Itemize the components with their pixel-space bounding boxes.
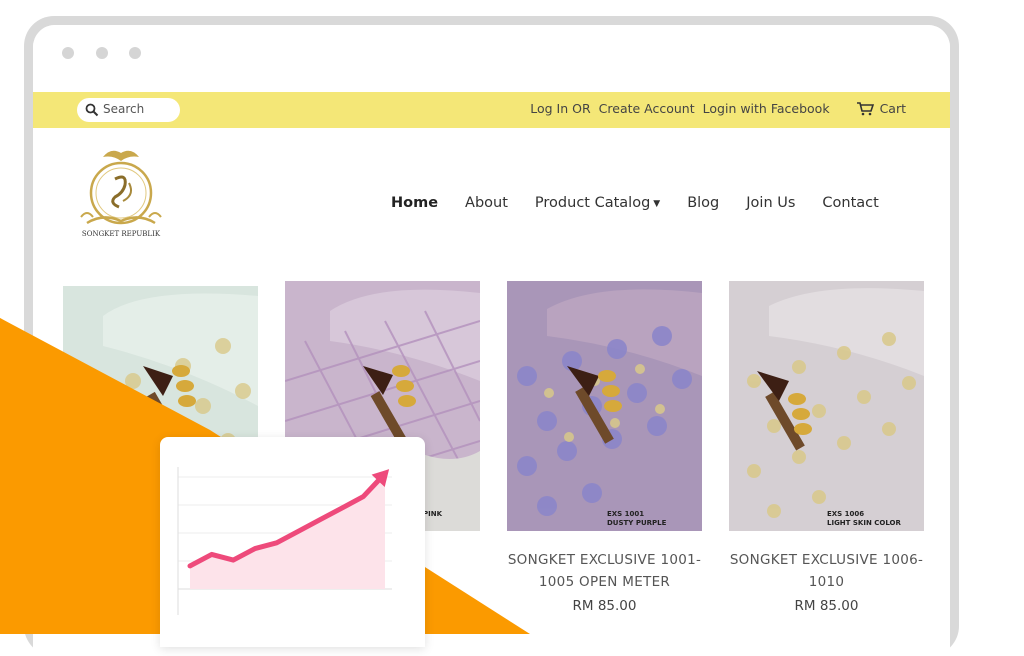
- growth-chart-card: [160, 437, 425, 647]
- chart-area-fill: [190, 473, 385, 589]
- growth-chart: [177, 467, 392, 615]
- orange-foreground-shape: [0, 318, 530, 634]
